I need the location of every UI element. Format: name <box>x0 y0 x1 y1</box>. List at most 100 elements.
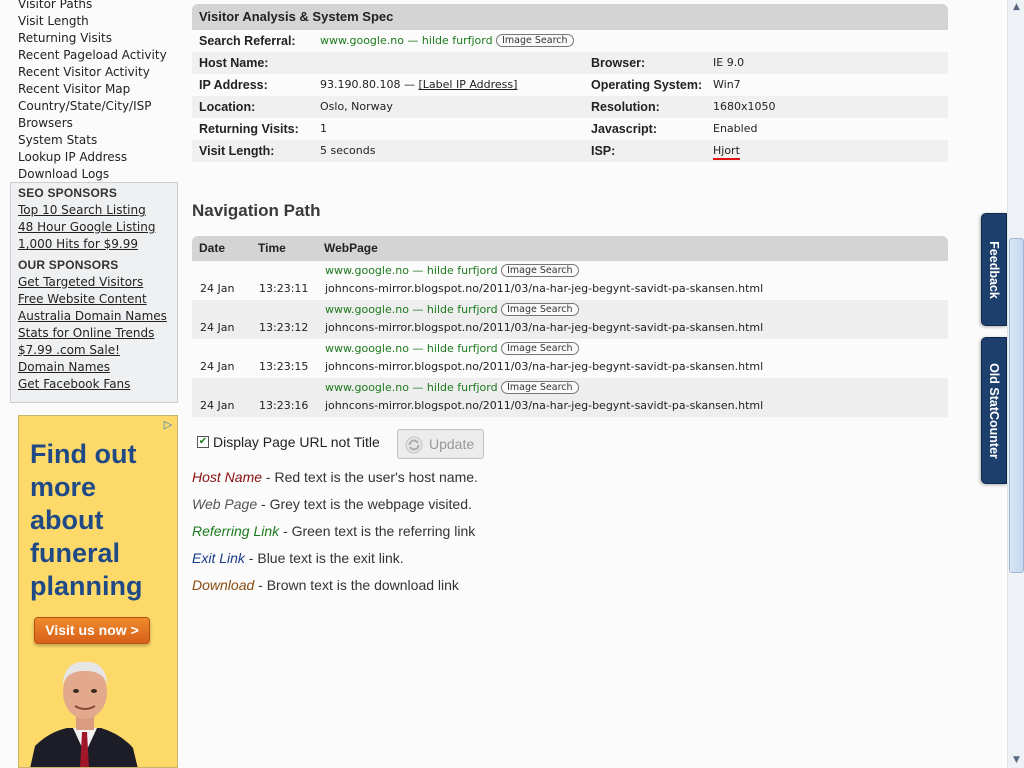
referrer-cell: www.google.no — hilde furfjord Image Sea… <box>325 303 579 316</box>
isp-link[interactable]: Hjort <box>713 144 740 160</box>
ad-headline-line: funeral <box>30 538 121 568</box>
display-url-checkbox-label[interactable]: Display Page URL not Title <box>213 434 380 450</box>
scrollbar-thumb[interactable] <box>1009 238 1024 573</box>
isp-value: Hjort <box>713 140 740 162</box>
spec-row: Host Name: Browser: IE 9.0 <box>192 52 948 74</box>
sidebar-link-system-stats[interactable]: System Stats <box>18 132 178 149</box>
spec-row: Visit Length: 5 seconds ISP: Hjort <box>192 140 948 162</box>
returning-visits-value: 1 <box>320 122 327 135</box>
referrer-link[interactable]: www.google.no — hilde furfjord <box>325 342 498 355</box>
search-referral-link[interactable]: www.google.no — hilde furfjord <box>320 34 493 47</box>
image-search-chip[interactable]: Image Search <box>496 34 574 47</box>
sponsor-box: SEO SPONSORS Top 10 Search Listing 48 Ho… <box>10 182 178 403</box>
ad-headline-line: planning <box>30 571 143 601</box>
browser-value: IE 9.0 <box>713 56 745 69</box>
spec-row: IP Address: 93.190.80.108 — [Label IP Ad… <box>192 74 948 96</box>
sponsor-link[interactable]: Australia Domain Names <box>11 308 177 325</box>
os-label: Operating System: <box>591 78 703 92</box>
sponsor-link[interactable]: 1,000 Hits for $9.99 <box>11 236 177 253</box>
legend-term: Host Name <box>192 469 263 485</box>
referrer-link[interactable]: www.google.no — hilde furfjord <box>325 264 498 277</box>
sidebar-link-browsers[interactable]: Browsers <box>18 115 178 132</box>
sponsor-link[interactable]: Stats for Online Trends <box>11 325 177 342</box>
spec-row-search-referral: Search Referral: www.google.no — hilde f… <box>192 30 948 52</box>
spec-row: Returning Visits: 1 Javascript: Enabled <box>192 118 948 140</box>
col-time: Time <box>258 241 286 255</box>
webpage-link[interactable]: johncons-mirror.blogspot.no/2011/03/na-h… <box>325 321 763 334</box>
ip-address-text: 93.190.80.108 — <box>320 78 415 91</box>
navigation-table-header: Date Time WebPage <box>192 236 948 261</box>
javascript-label: Javascript: <box>591 122 658 136</box>
table-row: www.google.no — hilde furfjord Image Sea… <box>192 378 948 417</box>
sidebar-link-recent-visitor-activity[interactable]: Recent Visitor Activity <box>18 64 178 81</box>
sponsor-link[interactable]: Get Facebook Fans <box>11 376 177 393</box>
scroll-down-icon[interactable]: ▼ <box>1009 753 1024 768</box>
webpage-link[interactable]: johncons-mirror.blogspot.no/2011/03/na-h… <box>325 399 763 412</box>
image-search-chip[interactable]: Image Search <box>501 303 579 316</box>
date-cell: 24 Jan <box>200 360 235 373</box>
col-date: Date <box>199 241 226 255</box>
sidebar-link-visit-length[interactable]: Visit Length <box>18 13 178 30</box>
legend-desc: - Blue text is the exit link. <box>244 550 404 566</box>
sidebar-link-country-isp[interactable]: Country/State/City/ISP <box>18 98 178 115</box>
legend-desc: - Grey text is the webpage visited. <box>257 496 472 512</box>
referrer-link[interactable]: www.google.no — hilde furfjord <box>325 303 498 316</box>
image-search-chip[interactable]: Image Search <box>501 381 579 394</box>
webpage-link[interactable]: johncons-mirror.blogspot.no/2011/03/na-h… <box>325 282 763 295</box>
location-label: Location: <box>199 100 256 114</box>
sponsor-link[interactable]: $7.99 .com Sale! <box>11 342 177 359</box>
old-statcounter-tab[interactable]: Old StatCounter <box>981 337 1007 484</box>
feedback-tab[interactable]: Feedback <box>981 213 1007 326</box>
funeral-ad-banner[interactable]: ▷ Find out more about funeral planning V… <box>18 415 178 768</box>
feedback-tab-label: Feedback <box>987 240 1001 299</box>
resolution-value: 1680x1050 <box>713 100 776 113</box>
sidebar-nav: Visitor Paths Visit Length Returning Vis… <box>18 0 178 183</box>
sponsor-link[interactable]: Get Targeted Visitors <box>11 274 177 291</box>
sponsor-link[interactable]: 48 Hour Google Listing <box>11 219 177 236</box>
sidebar-link-recent-visitor-map[interactable]: Recent Visitor Map <box>18 81 178 98</box>
referrer-link[interactable]: www.google.no — hilde furfjord <box>325 381 498 394</box>
date-cell: 24 Jan <box>200 399 235 412</box>
location-value: Oslo, Norway <box>320 100 393 113</box>
ad-headline-line: more <box>30 472 97 502</box>
visitor-spec-table: Search Referral: www.google.no — hilde f… <box>192 30 948 162</box>
display-controls: ✔ Display Page URL not Title Update <box>192 429 948 459</box>
display-url-checkbox[interactable]: ✔ <box>197 436 209 448</box>
adchoices-icon[interactable]: ▷ <box>161 418 175 432</box>
legend-desc: - Green text is the referring link <box>279 523 476 539</box>
ad-headline-line: Find out <box>30 439 137 469</box>
legend-item-referring: Referring Link - Green text is the refer… <box>192 523 478 550</box>
browser-label: Browser: <box>591 56 646 70</box>
sponsor-link[interactable]: Domain Names <box>11 359 177 376</box>
ad-visit-button[interactable]: Visit us now > <box>34 617 150 644</box>
spec-row: Location: Oslo, Norway Resolution: 1680x… <box>192 96 948 118</box>
ad-person-photo <box>30 661 138 767</box>
legend-item-web: Web Page - Grey text is the webpage visi… <box>192 496 478 523</box>
update-button[interactable]: Update <box>397 429 484 459</box>
referrer-cell: www.google.no — hilde furfjord Image Sea… <box>325 342 579 355</box>
sponsor-link[interactable]: Top 10 Search Listing <box>11 202 177 219</box>
image-search-chip[interactable]: Image Search <box>501 264 579 277</box>
label-ip-link[interactable]: [Label IP Address] <box>418 78 517 91</box>
old-statcounter-tab-label: Old StatCounter <box>987 362 1001 459</box>
vertical-scrollbar[interactable]: ▲ ▼ <box>1007 0 1024 768</box>
legend-desc: - Brown text is the download link <box>254 577 459 593</box>
sponsor-link[interactable]: Free Website Content <box>11 291 177 308</box>
sidebar-link-lookup-ip[interactable]: Lookup IP Address <box>18 149 178 166</box>
webpage-link[interactable]: johncons-mirror.blogspot.no/2011/03/na-h… <box>325 360 763 373</box>
sidebar-link-visitor-paths[interactable]: Visitor Paths <box>18 0 178 13</box>
our-sponsors-header: OUR SPONSORS <box>18 258 119 272</box>
legend-term: Exit Link <box>192 550 245 566</box>
image-search-chip[interactable]: Image Search <box>501 342 579 355</box>
time-cell: 13:23:12 <box>259 321 309 334</box>
date-cell: 24 Jan <box>200 282 235 295</box>
sidebar-link-returning-visits[interactable]: Returning Visits <box>18 30 178 47</box>
legend-term: Web Page <box>192 496 258 512</box>
refresh-icon <box>405 436 423 454</box>
legend-term: Download <box>192 577 255 593</box>
scroll-up-icon[interactable]: ▲ <box>1009 0 1024 15</box>
table-row: www.google.no — hilde furfjord Image Sea… <box>192 300 948 339</box>
sidebar-link-download-logs[interactable]: Download Logs <box>18 166 178 183</box>
resolution-label: Resolution: <box>591 100 660 114</box>
sidebar-link-recent-pageload[interactable]: Recent Pageload Activity <box>18 47 178 64</box>
